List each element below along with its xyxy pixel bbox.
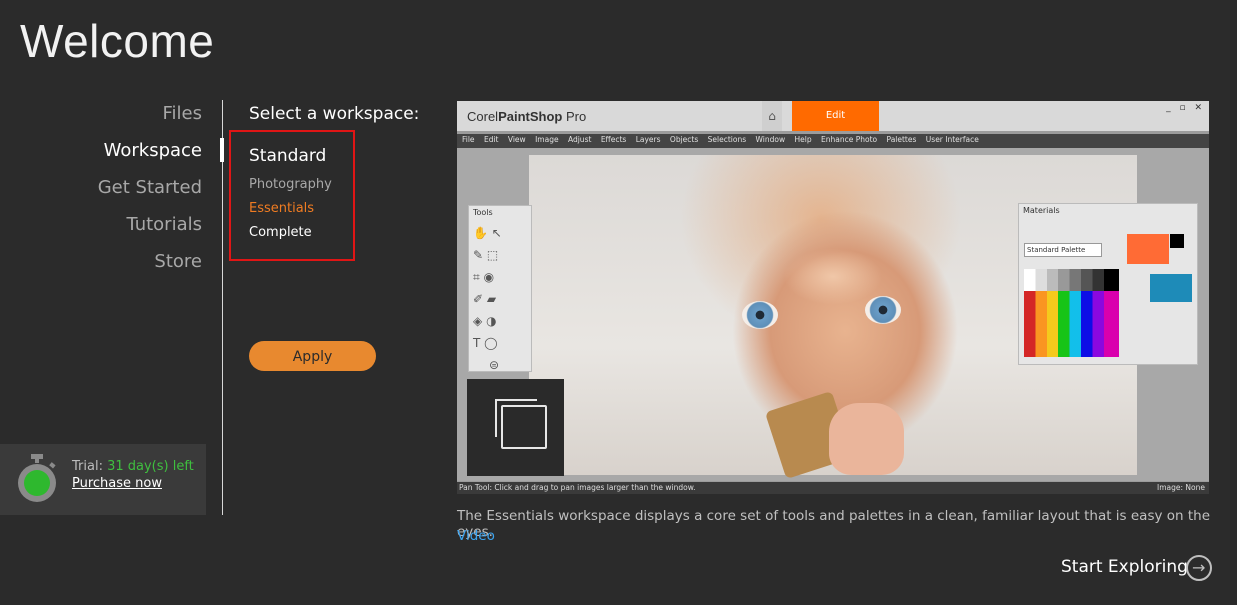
shape-icon: ◯ [484, 336, 498, 350]
dodge-icon: ◑ [486, 314, 497, 328]
brand-suffix: Pro [565, 109, 587, 124]
preview-menu-item: Palettes [886, 135, 917, 144]
preview-menu-item: Edit [483, 135, 499, 144]
preview-menu-item: Image [535, 135, 559, 144]
nav-active-indicator [220, 138, 224, 162]
preview-brand: CorelPaintShop Pro [467, 109, 586, 124]
preview-tools-panel: Tools ✋ ↖ ✎ ⬚ ⌗ ◉ ✐ ▰ ◈ ◑ T ◯ ⊜ [468, 205, 532, 372]
preview-materials-panel: Materials Standard Palette [1018, 203, 1198, 365]
fill-icon: ◈ [473, 314, 483, 328]
crop-icon: ⌗ [473, 270, 480, 284]
home-icon: ⌂ [762, 101, 782, 131]
status-left: Pan Tool: Click and drag to pan images l… [459, 483, 696, 492]
foreground-color-swatch [1127, 234, 1169, 264]
pointer-icon: ↖ [491, 226, 502, 240]
video-link[interactable]: Video [457, 528, 495, 544]
workspace-description: The Essentials workspace displays a core… [457, 508, 1211, 540]
tools-panel-title: Tools [473, 208, 493, 217]
preview-statusbar: Pan Tool: Click and drag to pan images l… [457, 482, 1209, 494]
apply-button[interactable]: Apply [249, 341, 376, 371]
page-title: Welcome [20, 15, 215, 67]
preview-menu-item: Window [755, 135, 786, 144]
nav-item-get-started[interactable]: Get Started [98, 176, 202, 213]
brand-prefix: Corel [467, 109, 499, 124]
preview-window-controls: _ ▫ ✕ [1166, 103, 1205, 113]
brush-icon: ✐ [473, 292, 484, 306]
preview-menu-item: Objects [669, 135, 699, 144]
dropper-icon: ✎ [473, 248, 484, 262]
preview-menu-item: File [462, 135, 475, 144]
materials-panel-title: Materials [1023, 206, 1060, 215]
selection-icon: ⬚ [486, 248, 499, 262]
select-workspace-label: Select a workspace: [249, 104, 420, 124]
eraser-icon: ▰ [486, 292, 497, 306]
photo-hand [829, 403, 904, 475]
text-tool-icon: T [473, 336, 481, 350]
preview-titlebar: CorelPaintShop Pro ⌂ Edit _ ▫ ✕ [457, 101, 1209, 131]
image-gallery-icon [495, 399, 547, 449]
brand-name: PaintShop [498, 109, 563, 124]
nav-item-workspace[interactable]: Workspace [98, 139, 202, 176]
trial-label: Trial: [72, 459, 103, 474]
status-right: Image: None [1157, 483, 1205, 492]
trial-status: Trial: 31 day(s) left [72, 459, 194, 474]
color-swatches [1024, 269, 1119, 357]
trial-days: 31 day(s) left [107, 459, 194, 474]
preview-menu-item: Layers [635, 135, 661, 144]
preview-menu-item: Enhance Photo [821, 135, 878, 144]
sidebar-nav: Files Workspace Get Started Tutorials St… [98, 102, 202, 287]
trial-panel: Trial: 31 day(s) left Purchase now [0, 444, 206, 515]
purchase-now-link[interactable]: Purchase now [72, 476, 162, 491]
nav-divider [222, 100, 223, 515]
workspace-option-essentials[interactable]: Essentials [249, 201, 314, 216]
photo-eye-left [742, 301, 778, 329]
preview-menu-item: Effects [600, 135, 627, 144]
stopwatch-icon [18, 454, 56, 502]
nav-item-store[interactable]: Store [98, 250, 202, 287]
start-exploring-button[interactable]: Start Exploring [1061, 557, 1188, 577]
palette-select: Standard Palette [1024, 243, 1102, 257]
preview-menu-item: Selections [707, 135, 747, 144]
workspace-option-standard[interactable]: Standard [249, 146, 326, 166]
black-color-swatch [1170, 234, 1184, 248]
preview-menu-item: View [507, 135, 526, 144]
preview-edit-tab: Edit [792, 101, 879, 131]
nav-item-tutorials[interactable]: Tutorials [98, 213, 202, 250]
more-tools-icon: ⊜ [489, 358, 500, 372]
preview-menu-item: Adjust [567, 135, 592, 144]
pan-hand-icon: ✋ [473, 226, 488, 240]
workspace-preview: CorelPaintShop Pro ⌂ Edit _ ▫ ✕ File Edi… [457, 101, 1209, 494]
preview-image-overlay [467, 379, 564, 476]
photo-eye-right [865, 296, 901, 324]
eye-icon: ◉ [483, 270, 495, 284]
workspace-option-complete[interactable]: Complete [249, 225, 312, 240]
preview-menu-item: User Interface [925, 135, 979, 144]
tools-grid: ✋ ↖ ✎ ⬚ ⌗ ◉ ✐ ▰ ◈ ◑ T ◯ ⊜ [473, 222, 502, 376]
workspace-option-photography[interactable]: Photography [249, 177, 332, 192]
arrow-right-circle-icon[interactable] [1186, 555, 1212, 581]
preview-menubar: File Edit View Image Adjust Effects Laye… [457, 134, 1209, 148]
preview-menu: File Edit View Image Adjust Effects Laye… [462, 135, 986, 144]
nav-item-files[interactable]: Files [98, 102, 203, 139]
preview-menu-item: Help [794, 135, 812, 144]
background-color-swatch [1150, 274, 1192, 302]
